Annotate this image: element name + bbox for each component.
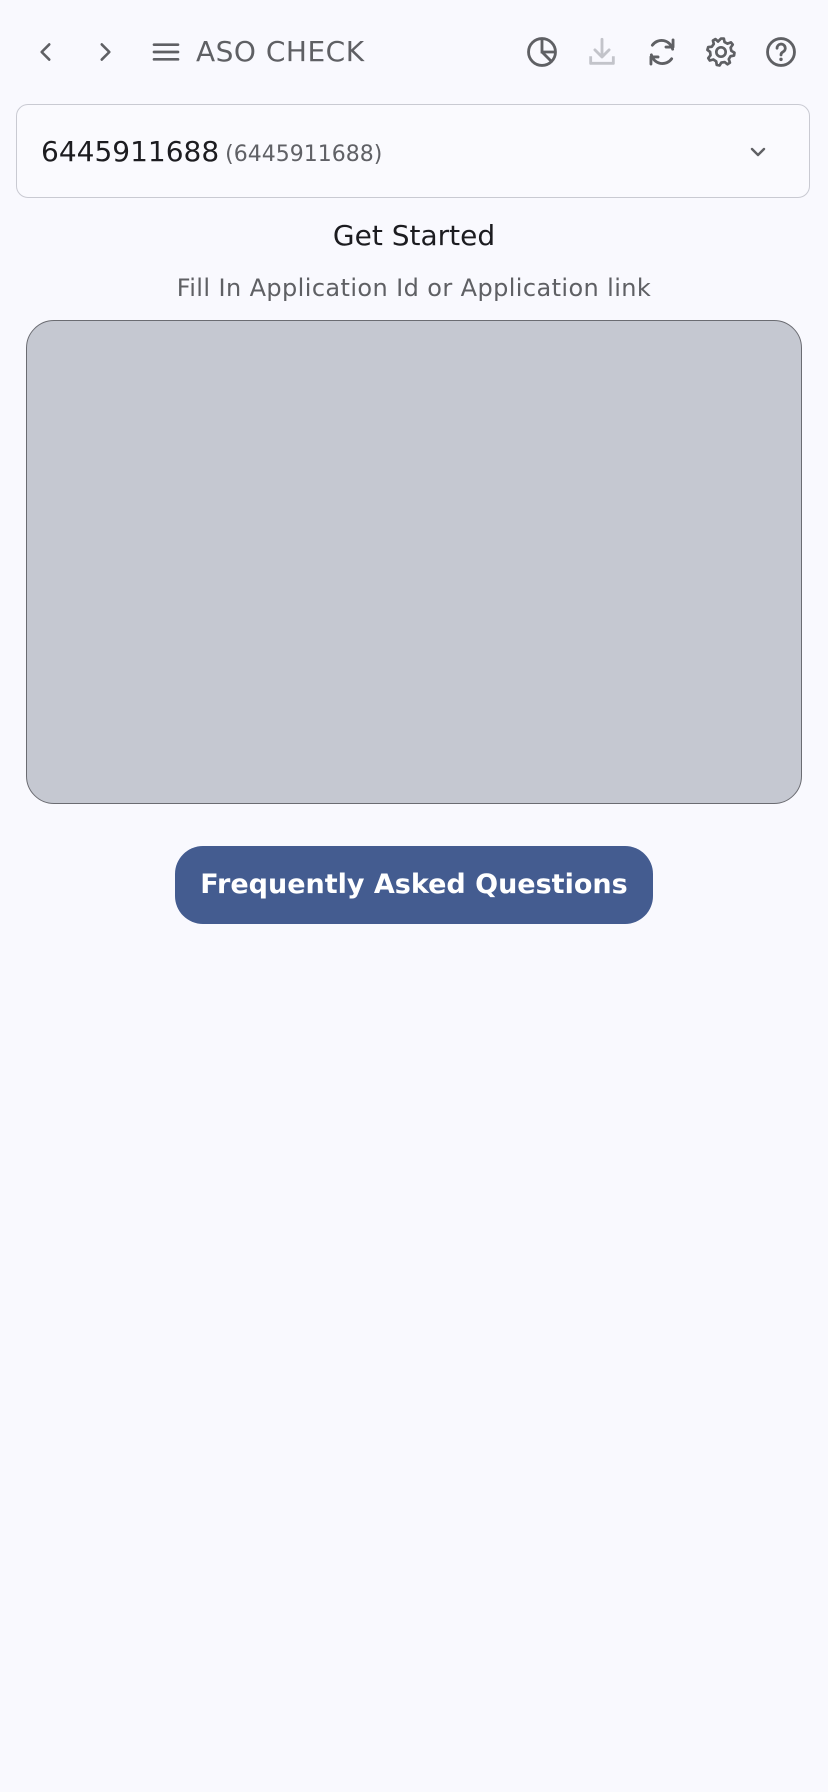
- app-selector-dropdown[interactable]: 6445911688 (6445911688): [16, 104, 810, 198]
- menu-button[interactable]: [144, 30, 188, 74]
- application-id-input[interactable]: [26, 320, 802, 804]
- page-title: Get Started: [332, 219, 496, 252]
- chevron-down-icon: [741, 135, 775, 169]
- app-title: ASO CHECK: [196, 35, 365, 68]
- download-icon: [589, 37, 615, 65]
- download-button[interactable]: [580, 30, 624, 74]
- top-toolbar: ASO CHECK: [0, 0, 828, 104]
- forward-button[interactable]: [83, 30, 127, 74]
- app-id: 6445911688: [41, 135, 220, 168]
- refresh-button[interactable]: [640, 30, 684, 74]
- back-button[interactable]: [24, 30, 68, 74]
- page-subtitle: Fill In Application Id or Application li…: [176, 274, 652, 302]
- pie-chart-icon: [527, 37, 557, 67]
- help-button[interactable]: [759, 30, 803, 74]
- hamburger-menu-icon: [152, 43, 180, 61]
- settings-button[interactable]: [699, 30, 743, 74]
- app-id-detail: (6445911688): [225, 142, 383, 167]
- app-selector-value: 6445911688 (6445911688): [41, 105, 382, 199]
- help-icon: [766, 37, 796, 67]
- chevron-right-icon: [100, 43, 111, 61]
- stats-button[interactable]: [520, 30, 564, 74]
- gear-icon: [706, 37, 736, 67]
- faq-button[interactable]: Frequently Asked Questions: [175, 846, 653, 924]
- chevron-left-icon: [40, 43, 51, 61]
- refresh-icon: [649, 38, 675, 66]
